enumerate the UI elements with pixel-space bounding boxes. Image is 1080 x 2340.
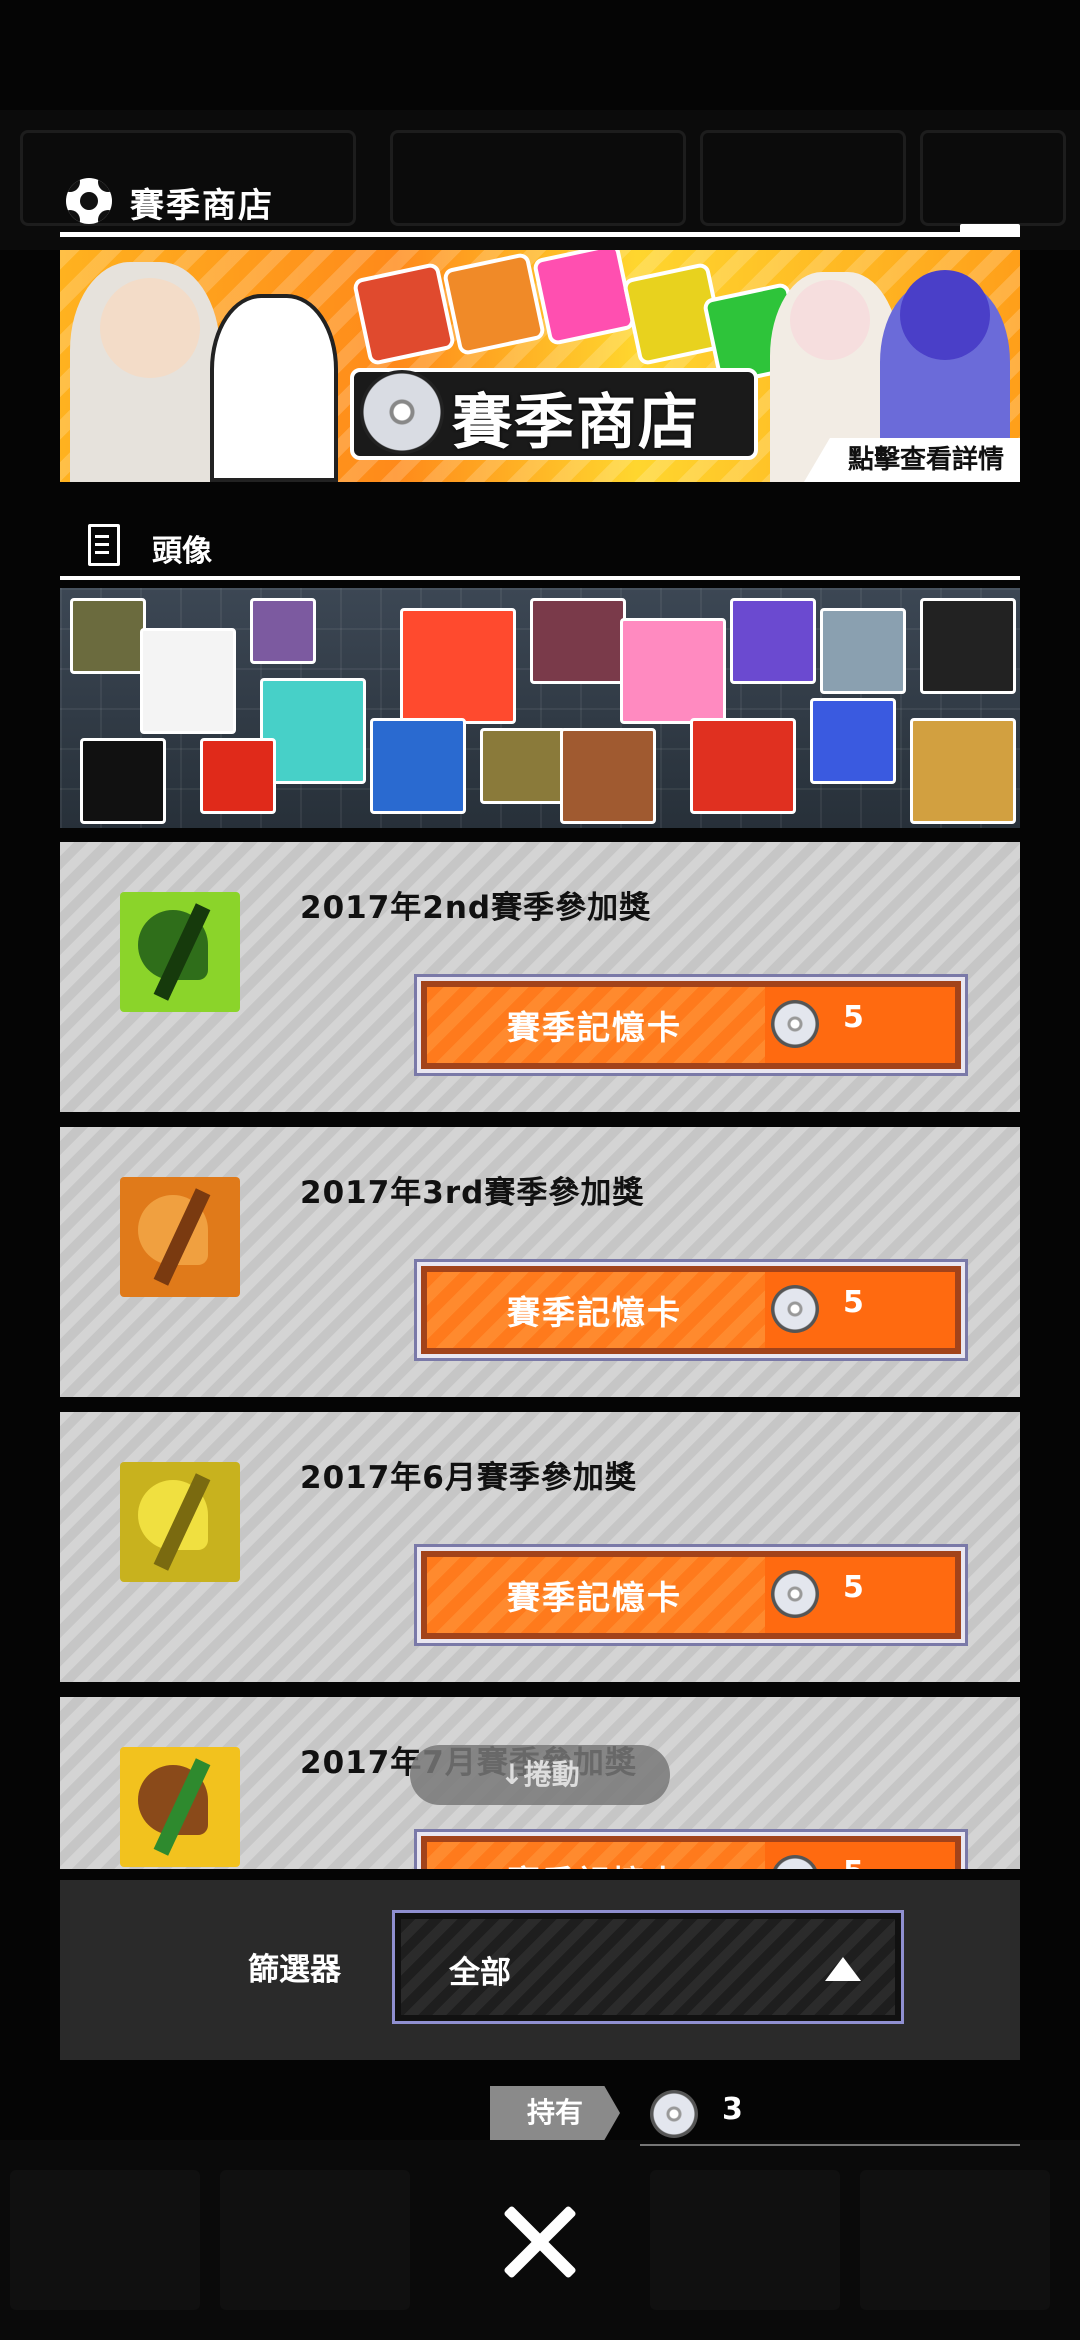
category-divider [60,576,1020,580]
memory-disc-icon [771,1285,819,1333]
avatar-thumb [80,738,166,824]
avatar-thumb [480,728,566,804]
avatar-thumb [810,698,896,784]
banner-logo-text: 賽季商店 [452,388,700,458]
avatar-thumb [560,728,656,824]
avatar-thumb [820,608,906,694]
page-title: 賽季商店 [130,186,274,226]
exchange-button-label: 賽季記憶卡 [507,1578,682,1617]
avatar-thumb [250,598,316,664]
memory-disc-icon [771,1855,819,1869]
item-cost: 5 [843,1570,864,1605]
shop-item-list[interactable]: 2017年2nd賽季參加獎 賽季記憶卡 5 2017年3rd賽季參加獎 賽季記憶… [60,842,1020,1869]
avatar-thumb [620,618,726,724]
exchange-button[interactable]: 賽季記憶卡 5 [414,1544,968,1646]
header-divider [60,232,1020,237]
shop-header: 賽季商店 [60,168,1020,234]
avatar-thumb [370,718,466,814]
item-cost: 5 [843,1855,864,1869]
memory-disc-icon [360,370,444,454]
avatar-thumb [910,718,1016,824]
owned-currency: 持有 3 [490,2082,1020,2146]
banner-icon-tile [441,251,547,357]
filter-label: 篩選器 [248,1952,341,1988]
soccer-ball-icon [66,178,112,224]
item-name: 2017年2nd賽季參加獎 [300,890,652,926]
banner-character-head [790,280,870,360]
item-avatar-thumb [120,1177,240,1297]
list-item: 2017年6月賽季參加獎 賽季記憶卡 5 [60,1412,1020,1682]
item-cost: 5 [843,1000,864,1035]
banner-character-head [100,278,200,378]
banner-character-head [900,270,990,360]
exchange-button[interactable]: 賽季記憶卡 5 [414,1829,968,1869]
close-icon[interactable] [498,2200,582,2284]
document-icon [88,524,120,566]
season-shop-panel: 賽季商店 賽季商店 點擊查看詳情 頭像 2017年2nd賽季參加獎 賽季記憶卡 … [0,150,1080,2146]
item-cost: 5 [843,1285,864,1320]
memory-disc-icon [771,1000,819,1048]
exchange-button-label: 賽季記憶卡 [507,1008,682,1047]
avatar-thumb [690,718,796,814]
banner-icon-tile [351,261,457,367]
memory-disc-icon [650,2090,698,2138]
owned-underline [640,2144,1020,2146]
owned-label: 持有 [490,2086,620,2140]
item-avatar-thumb [120,1747,240,1867]
exchange-button[interactable]: 賽季記憶卡 5 [414,974,968,1076]
scroll-hint: ↓捲動 [410,1745,670,1805]
exchange-button[interactable]: 賽季記憶卡 5 [414,1259,968,1361]
filter-dropdown[interactable]: 全部 [392,1910,904,2024]
banner-details-link[interactable]: 點擊查看詳情 [803,438,1020,482]
item-avatar-thumb [120,892,240,1012]
avatar-thumb [70,598,146,674]
filter-selected-value: 全部 [449,1955,511,1991]
list-item: 2017年2nd賽季參加獎 賽季記憶卡 5 [60,842,1020,1112]
memory-disc-icon [771,1570,819,1618]
avatar-thumb [730,598,816,684]
avatar-thumb [140,628,236,734]
avatar-thumb [530,598,626,684]
triangle-up-icon [825,1957,861,1981]
avatar-collage-banner [60,588,1020,828]
item-name: 2017年3rd賽季參加獎 [300,1175,645,1211]
list-item: 2017年3rd賽季參加獎 賽季記憶卡 5 [60,1127,1020,1397]
banner-robot-character [210,294,338,482]
avatar-thumb [400,608,516,724]
banner-icon-tile [531,250,637,347]
item-name: 2017年6月賽季參加獎 [300,1460,637,1496]
owned-count: 3 [722,2092,743,2127]
item-avatar-thumb [120,1462,240,1582]
avatar-thumb [920,598,1016,694]
season-shop-banner[interactable]: 賽季商店 點擊查看詳情 [60,250,1020,482]
exchange-button-label: 賽季記憶卡 [507,1293,682,1332]
avatar-thumb [200,738,276,814]
header-divider-tab [960,224,1020,234]
filter-bar: 篩選器 全部 [60,1880,1020,2060]
category-label: 頭像 [152,534,212,569]
exchange-button-label: 賽季記憶卡 [507,1856,682,1869]
category-header: 頭像 [60,520,1020,572]
